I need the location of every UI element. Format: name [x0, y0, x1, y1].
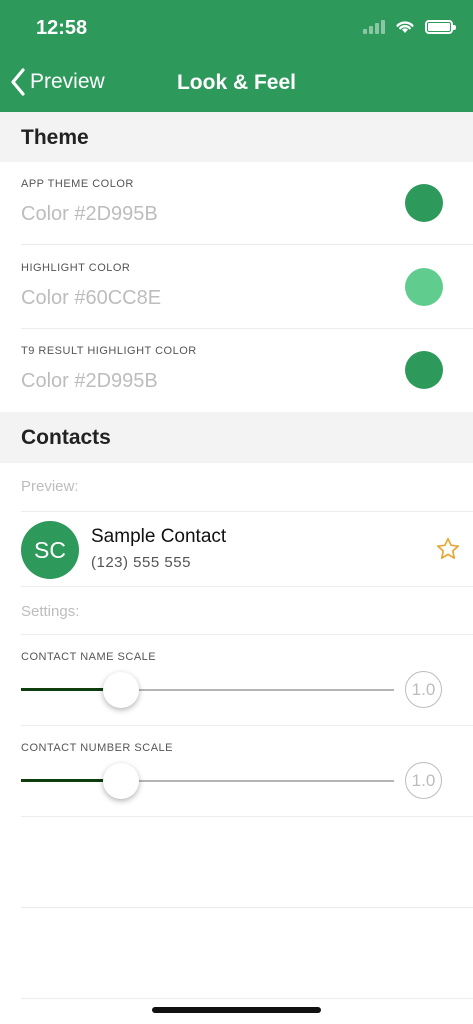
t9-highlight-color-value: Color #2D995B [21, 370, 158, 392]
highlight-color-row[interactable]: HIGHLIGHT COLOR Color #60CC8E [21, 245, 473, 329]
highlight-color-swatch[interactable] [405, 268, 443, 306]
contact-number-scale-value: 1.0 [405, 762, 442, 799]
theme-section-header: Theme [0, 112, 473, 162]
app-theme-color-value: Color #2D995B [21, 203, 158, 225]
status-time: 12:58 [36, 17, 88, 39]
contact-name: Sample Contact [91, 526, 227, 547]
contacts-section-title: Contacts [21, 426, 111, 449]
divider [21, 725, 473, 726]
slider-thumb[interactable] [103, 763, 139, 799]
theme-section-title: Theme [21, 126, 89, 149]
star-icon[interactable] [435, 536, 461, 562]
contact-number: (123) 555 555 [91, 554, 191, 571]
contact-name-scale-value: 1.0 [405, 671, 442, 708]
cellular-signal-icon [363, 19, 385, 34]
t9-highlight-color-row[interactable]: T9 RESULT HIGHLIGHT COLOR Color #2D995B [21, 329, 473, 412]
wifi-icon [396, 21, 414, 33]
nav-header: 12:58 Preview Look & Feel [0, 0, 473, 112]
contact-number-scale-label: CONTACT NUMBER SCALE [21, 742, 174, 754]
divider [21, 816, 473, 817]
contact-name-scale-slider[interactable] [21, 670, 394, 710]
home-indicator [152, 1007, 321, 1013]
contacts-section-header: Contacts [0, 412, 473, 463]
divider [21, 634, 473, 635]
battery-icon [425, 19, 456, 34]
t9-highlight-color-swatch[interactable] [405, 351, 443, 389]
highlight-color-value: Color #60CC8E [21, 287, 162, 309]
status-icons [363, 19, 456, 34]
app-theme-color-row[interactable]: APP THEME COLOR Color #2D995B [21, 162, 473, 245]
contact-number-scale-slider[interactable] [21, 761, 394, 801]
highlight-color-label: HIGHLIGHT COLOR [21, 262, 131, 274]
preview-label: Preview: [21, 478, 79, 495]
slider-thumb[interactable] [103, 672, 139, 708]
settings-label: Settings: [21, 603, 80, 620]
t9-highlight-color-label: T9 RESULT HIGHLIGHT COLOR [21, 345, 197, 357]
divider [21, 998, 473, 999]
sample-contact-row: SC Sample Contact (123) 555 555 [21, 511, 473, 587]
app-theme-color-label: APP THEME COLOR [21, 178, 134, 190]
divider [21, 907, 473, 908]
page-title: Look & Feel [176, 71, 297, 94]
avatar: SC [21, 521, 79, 579]
contact-name-scale-label: CONTACT NAME SCALE [21, 651, 157, 663]
app-theme-color-swatch[interactable] [405, 184, 443, 222]
